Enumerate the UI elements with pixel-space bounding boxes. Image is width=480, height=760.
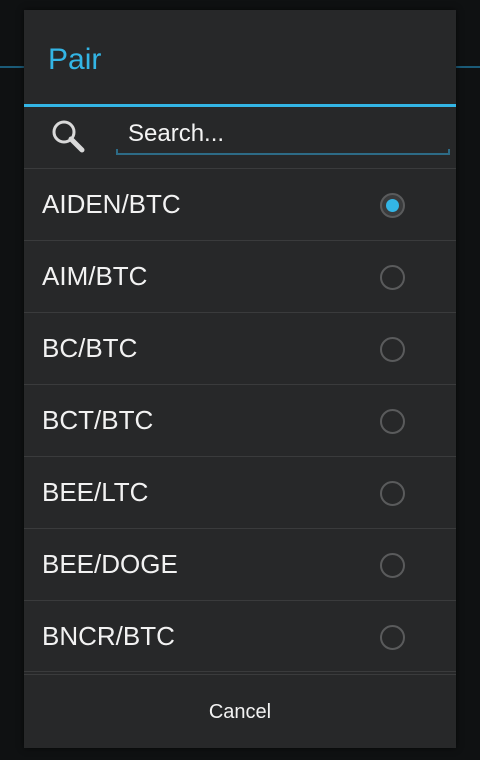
radio-unchecked-icon[interactable] [380, 265, 405, 290]
list-item[interactable]: BEE/LTC [24, 456, 456, 528]
pair-label: BEE/LTC [42, 477, 149, 507]
list-item[interactable]: AIM/BTC [24, 240, 456, 312]
search-underline [116, 149, 450, 155]
cancel-button[interactable]: Cancel [24, 675, 456, 749]
pair-label: BC/BTC [42, 333, 138, 363]
pair-label: BEE/DOGE [42, 549, 178, 579]
radio-unchecked-icon[interactable] [380, 625, 405, 650]
radio-unchecked-icon[interactable] [380, 337, 405, 362]
search-icon [52, 120, 85, 153]
search-input[interactable] [116, 112, 450, 156]
pair-dialog: Pair AIDEN/BTC AIM/BTC BC/BTC BCT/BTC BE… [24, 10, 456, 748]
pair-label: AIM/BTC [42, 261, 148, 291]
dialog-footer: Cancel [24, 674, 456, 748]
pair-label: BCT/BTC [42, 405, 154, 435]
list-item[interactable]: AIDEN/BTC [24, 168, 456, 240]
list-item[interactable]: BC/BTC [24, 312, 456, 384]
radio-unchecked-icon[interactable] [380, 481, 405, 506]
dialog-header: Pair [24, 10, 456, 107]
list-item[interactable]: BNCR/BTC [24, 600, 456, 672]
dialog-title: Pair [48, 43, 102, 76]
pair-label: BNCR/BTC [42, 620, 175, 651]
list-item[interactable]: BCT/BTC [24, 384, 456, 456]
radio-checked-icon[interactable] [380, 193, 405, 218]
pair-label: AIDEN/BTC [42, 189, 181, 219]
radio-unchecked-icon[interactable] [380, 409, 405, 434]
list-item[interactable]: BEE/DOGE [24, 528, 456, 600]
search-row [24, 106, 456, 168]
pair-list: AIDEN/BTC AIM/BTC BC/BTC BCT/BTC BEE/LTC… [24, 168, 456, 672]
radio-unchecked-icon[interactable] [380, 553, 405, 578]
